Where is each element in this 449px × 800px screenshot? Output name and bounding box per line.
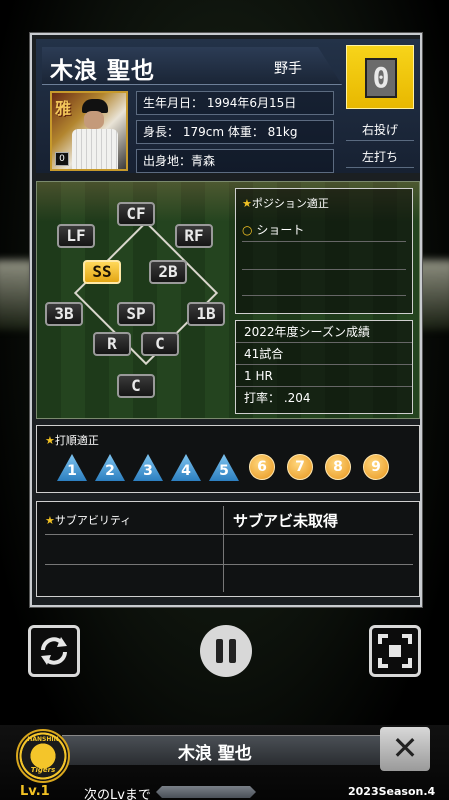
- portrait-number-badge: 0: [55, 152, 69, 166]
- sub-ability-title: ★サブアビリティ: [45, 514, 132, 527]
- sub-ability-panel: ★サブアビリティ サブアビ未取得: [36, 501, 420, 597]
- height-weight-row: 身長： 179cm 体重： 81kg: [136, 120, 334, 144]
- position-lf[interactable]: LF: [57, 224, 95, 248]
- batting-order-4: 4: [171, 454, 201, 481]
- throws-label: 右投げ: [346, 119, 414, 141]
- divider: [242, 269, 406, 270]
- batting-order-3: 3: [133, 454, 163, 481]
- portrait-face: [84, 111, 104, 129]
- player-position: 野手: [274, 61, 302, 77]
- pause-button[interactable]: [200, 625, 252, 677]
- position-aptitude-item: ○ ショート: [242, 223, 305, 237]
- exp-bar: [156, 786, 256, 798]
- divider: [45, 534, 413, 535]
- uniform-number: 0: [365, 58, 397, 98]
- batting-order-5: 5: [209, 454, 239, 481]
- batting-order-title: ★打順適正: [45, 434, 99, 447]
- next-level-label: 次のLvまで: [84, 788, 151, 800]
- sub-ability-value: サブアビ未取得: [233, 512, 339, 530]
- batting-order-8: 8: [325, 454, 351, 480]
- bats-label: 左打ち: [346, 146, 414, 168]
- season-stats-title: 2022年度シーズン成績: [236, 321, 412, 343]
- divider: [242, 241, 406, 242]
- season-label: 2023Season.4: [348, 785, 436, 798]
- position-c-relief[interactable]: C: [141, 332, 179, 356]
- season-stats-box: 2022年度シーズン成績 41試合 1 HR 打率： .204: [235, 320, 413, 414]
- player-card: 木浪 聖也 野手 0 右投げ 左打ち 雅 0 生年月日： 1994年6月15日 …: [30, 33, 422, 607]
- player-name: 木浪 聖也: [50, 58, 156, 84]
- throw-bat-info: 右投げ 左打ち: [346, 119, 414, 173]
- bottom-bar: HANSHIN Tigers 木浪 聖也 ✕ Lv.1 次のLvまで 2023S…: [0, 725, 449, 800]
- position-c[interactable]: C: [117, 374, 155, 398]
- stat-hr: 1 HR: [236, 365, 412, 387]
- refresh-button[interactable]: [28, 625, 80, 677]
- position-aptitude-title: ★ポジション適正: [242, 197, 329, 210]
- card-header: 木浪 聖也 野手 0 右投げ 左打ち 雅 0 生年月日： 1994年6月15日 …: [36, 39, 420, 173]
- divider: [45, 564, 413, 565]
- batting-order-1: 1: [57, 454, 87, 481]
- portrait-caption: 雅: [55, 99, 72, 118]
- stat-avg: 打率： .204: [244, 391, 311, 405]
- batting-order-panel: ★打順適正 1 2 3 4 5 6 7 8 9: [36, 425, 420, 493]
- uniform-number-box: 0: [346, 45, 414, 109]
- position-field-panel: CF LF RF SS 2B 3B SP 1B R C C ★ポジション適正 ○…: [36, 181, 420, 419]
- position-ss[interactable]: SS: [83, 260, 121, 284]
- stadium-lights-left: [0, 260, 34, 330]
- position-rf[interactable]: RF: [175, 224, 213, 248]
- shrink-button[interactable]: [369, 625, 421, 677]
- batting-order-7: 7: [287, 454, 313, 480]
- team-logo: HANSHIN Tigers: [16, 729, 70, 783]
- position-3b[interactable]: 3B: [45, 302, 83, 326]
- hometown-row: 出身地：青森: [136, 149, 334, 173]
- batting-order-2: 2: [95, 454, 125, 481]
- close-button[interactable]: ✕: [380, 727, 430, 771]
- batting-order-6: 6: [249, 454, 275, 480]
- stat-games: 41試合: [236, 343, 412, 365]
- divider: [223, 506, 224, 592]
- player-portrait: 雅 0: [50, 91, 128, 171]
- position-sp[interactable]: SP: [117, 302, 155, 326]
- birthdate-row: 生年月日： 1994年6月15日: [136, 91, 334, 115]
- position-aptitude-box: ★ポジション適正 ○ ショート: [235, 188, 413, 314]
- refresh-icon: [41, 637, 67, 665]
- batting-order-9: 9: [363, 454, 389, 480]
- bottom-player-name: 木浪 聖也: [178, 744, 252, 764]
- shrink-icon: [378, 634, 412, 668]
- position-1b[interactable]: 1B: [187, 302, 225, 326]
- level-label: Lv.1: [20, 784, 50, 799]
- portrait-uniform: [72, 129, 118, 169]
- position-cf[interactable]: CF: [117, 202, 155, 226]
- position-r[interactable]: R: [93, 332, 131, 356]
- divider: [242, 295, 406, 296]
- position-2b[interactable]: 2B: [149, 260, 187, 284]
